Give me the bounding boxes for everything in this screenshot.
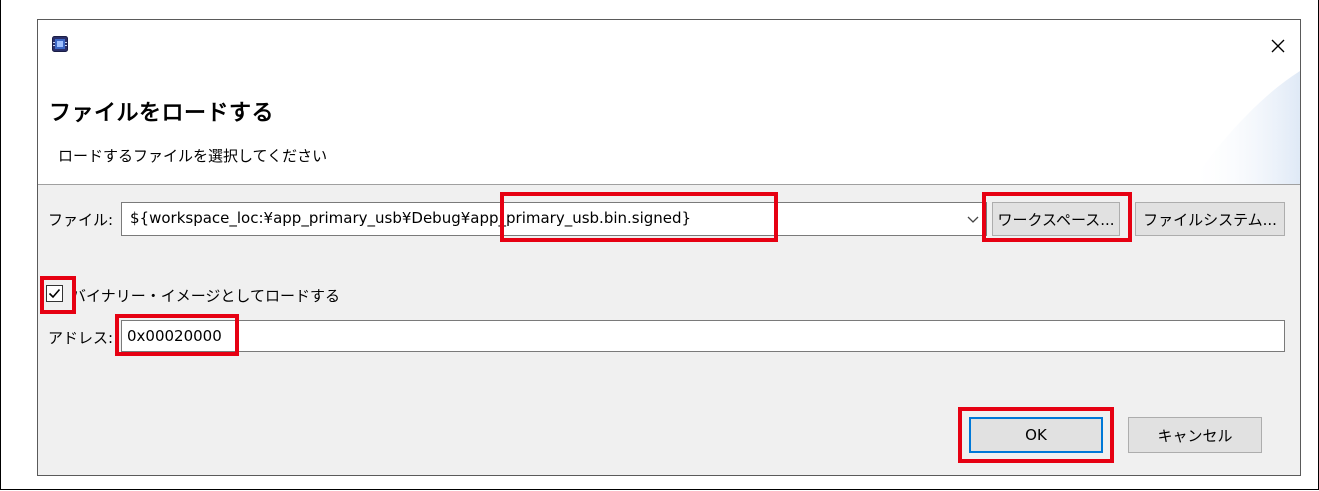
- dialog-title: ファイルをロードする: [49, 101, 275, 126]
- file-path-combobox[interactable]: ${workspace_loc:¥app_primary_usb¥Debug¥a…: [121, 202, 987, 236]
- address-input[interactable]: 0x00020000: [121, 320, 1285, 352]
- file-label: ファイル:: [48, 211, 114, 229]
- file-path-value: ${workspace_loc:¥app_primary_usb¥Debug¥a…: [130, 209, 692, 227]
- dialog-subtitle: ロードするファイルを選択してください: [58, 147, 328, 165]
- address-label: アドレス:: [48, 329, 114, 347]
- binary-image-label: バイナリー・イメージとしてロードする: [71, 287, 340, 305]
- cancel-button[interactable]: キャンセル: [1128, 417, 1262, 453]
- renesas-e2-app-icon: [52, 36, 68, 52]
- binary-image-checkbox[interactable]: [46, 285, 63, 302]
- checkmark-icon: [48, 288, 61, 299]
- chevron-down-icon[interactable]: [966, 213, 980, 227]
- close-button-hitarea: [1269, 26, 1299, 50]
- address-value: 0x00020000: [127, 327, 222, 345]
- load-file-dialog: ファイルをロードする ロードするファイルを選択してください ファイル: ${wo…: [37, 19, 1301, 476]
- workspace-button[interactable]: ワークスペース...: [992, 202, 1120, 236]
- filesystem-button[interactable]: ファイルシステム...: [1135, 202, 1285, 236]
- header-banner: ファイルをロードする ロードするファイルを選択してください: [38, 71, 1300, 185]
- banner-decoration: [1190, 71, 1300, 184]
- title-bar: [38, 20, 1300, 71]
- ok-button[interactable]: OK: [969, 417, 1103, 453]
